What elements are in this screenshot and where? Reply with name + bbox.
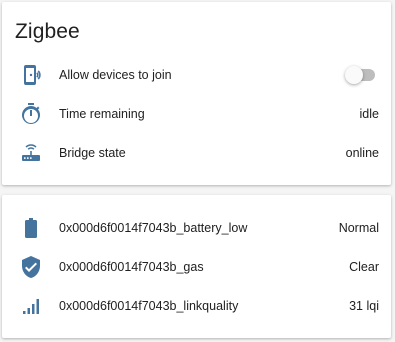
card-title: Zigbee (15, 20, 80, 43)
battery-low-value: Normal (338, 221, 379, 235)
zigbee-card: Zigbee Allow devices to join Time remain (2, 2, 391, 185)
bridge-state-value: online (345, 146, 379, 160)
linkquality-row[interactable]: 0x000d6f0014f7043b_linkquality 31 lqi (2, 287, 391, 325)
signal-icon (19, 294, 43, 318)
bridge-state-row[interactable]: Bridge state online (2, 134, 391, 172)
shield-check-icon (19, 255, 43, 279)
time-remaining-value: idle (359, 107, 379, 121)
toggle-thumb (345, 66, 363, 84)
gas-label: 0x000d6f0014f7043b_gas (59, 260, 204, 274)
time-remaining-label: Time remaining (59, 107, 145, 121)
sensors-card: 0x000d6f0014f7043b_battery_low Normal 0x… (2, 195, 391, 338)
time-remaining-row[interactable]: Time remaining idle (2, 95, 391, 133)
cellphone-wireless-icon (19, 63, 43, 87)
linkquality-label: 0x000d6f0014f7043b_linkquality (59, 299, 239, 313)
gas-row[interactable]: 0x000d6f0014f7043b_gas Clear (2, 248, 391, 286)
router-wireless-icon (19, 141, 43, 165)
battery-low-label: 0x000d6f0014f7043b_battery_low (59, 221, 248, 235)
allow-join-label: Allow devices to join (59, 68, 172, 82)
battery-icon (19, 216, 43, 240)
gas-value: Clear (349, 260, 379, 274)
linkquality-value: 31 lqi (349, 299, 379, 313)
bridge-state-label: Bridge state (59, 146, 126, 160)
allow-join-row[interactable]: Allow devices to join (2, 56, 391, 94)
timer-icon (19, 102, 43, 126)
battery-low-row[interactable]: 0x000d6f0014f7043b_battery_low Normal (2, 209, 391, 247)
allow-join-toggle[interactable] (345, 66, 377, 84)
